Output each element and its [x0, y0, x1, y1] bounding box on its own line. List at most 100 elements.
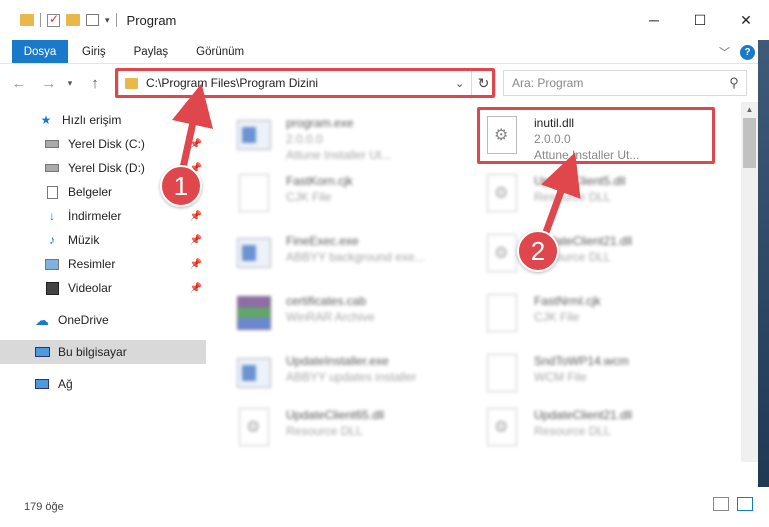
sidebar-item-label: Bu bilgisayar: [58, 345, 127, 359]
file-item-selected[interactable]: inutil.dll 2.0.0.0 Attune Installer Ut...: [482, 110, 722, 166]
file-version: 2.0.0.0: [534, 132, 571, 146]
tab-share[interactable]: Paylaş: [120, 40, 183, 63]
forward-button[interactable]: →: [38, 75, 60, 92]
tab-file[interactable]: Dosya: [12, 40, 68, 63]
navigation-bar: ← → ▾ ↑ C:\Program Files\Program Dizini …: [0, 64, 769, 102]
file-name: FineExec.exe: [286, 234, 359, 248]
download-icon: ↓: [49, 209, 55, 223]
sidebar-item-label: Müzik: [68, 233, 100, 247]
archive-file-icon: [234, 292, 274, 336]
sidebar-item-pictures[interactable]: Resimler 📌: [0, 252, 206, 276]
dll-file-icon: [482, 114, 522, 158]
pin-icon[interactable]: 📌: [190, 139, 202, 150]
pin-icon[interactable]: 📌: [190, 259, 202, 270]
sidebar-item-label: Resimler: [68, 257, 116, 271]
sidebar-item-downloads[interactable]: ↓ İndirmeler 📌: [0, 204, 206, 228]
scroll-up-icon[interactable]: ▲: [741, 102, 758, 118]
file-item[interactable]: UpdateClient65.dll Resource DLL: [234, 402, 474, 458]
help-icon[interactable]: ?: [740, 44, 755, 60]
file-list: program.exe 2.0.0.0 Attune Installer Ut...…: [206, 102, 741, 462]
document-icon: [44, 185, 60, 199]
sidebar-item-quick-access[interactable]: ★ Hızlı erişim: [0, 108, 206, 132]
vertical-scrollbar[interactable]: ▲: [741, 102, 758, 462]
file-version: 2.0.0.0: [286, 132, 323, 146]
search-input[interactable]: Ara: Program: [512, 76, 722, 90]
minimize-button[interactable]: ─: [631, 0, 677, 40]
sidebar-item-label: Hızlı erişim: [62, 113, 122, 127]
title-bar: ▾ Program ─ ☐ ✕: [0, 0, 769, 40]
sidebar-item-music[interactable]: ♪ Müzik 📌: [0, 228, 206, 252]
file-name: inutil.dll: [534, 116, 575, 130]
dll-file-icon: [482, 232, 522, 276]
exe-file-icon: [234, 352, 274, 396]
file-item[interactable]: FineExec.exe ABBYY background exe...: [234, 228, 474, 284]
dll-file-icon: [234, 406, 274, 450]
file-item[interactable]: FastKorn.cjk CJK File: [234, 168, 474, 224]
computer-icon: [34, 345, 50, 359]
sidebar-item-this-pc[interactable]: Bu bilgisayar: [0, 340, 206, 364]
folder-icon[interactable]: [20, 14, 34, 26]
sidebar-item-onedrive[interactable]: ☁ OneDrive: [0, 308, 206, 332]
picture-icon: [44, 257, 60, 271]
file-item[interactable]: UpdateClient5.dll Resource DLL: [482, 168, 722, 224]
search-box[interactable]: Ara: Program ⚲: [503, 70, 747, 96]
document-file-icon: [234, 172, 274, 216]
address-path[interactable]: C:\Program Files\Program Dizini: [146, 76, 455, 90]
file-type: CJK File: [534, 310, 580, 324]
up-button[interactable]: ↑: [84, 75, 106, 92]
expand-ribbon-icon[interactable]: ﹀: [719, 44, 730, 60]
file-type: WCM File: [534, 370, 587, 384]
address-bar[interactable]: C:\Program Files\Program Dizini ⌄ ↻: [118, 70, 496, 96]
callout-badge-1: 1: [160, 165, 202, 207]
sidebar-item-label: Yerel Disk (C:): [68, 137, 145, 151]
customize-toolbar-icon[interactable]: [86, 14, 99, 26]
file-item[interactable]: SndToWP14.wcm WCM File: [482, 348, 722, 404]
ribbon-tabs: Dosya Giriş Paylaş Görünüm ﹀ ?: [0, 40, 769, 64]
tab-home[interactable]: Giriş: [68, 40, 120, 63]
search-icon[interactable]: ⚲: [722, 75, 746, 91]
file-type: Resource DLL: [534, 190, 611, 204]
sidebar-item-local-disk-c[interactable]: Yerel Disk (C:) 📌: [0, 132, 206, 156]
sidebar-item-network[interactable]: Ağ: [0, 372, 206, 396]
drive-icon: [44, 137, 60, 151]
file-item[interactable]: UpdateInstaller.exe ABBYY updates install…: [234, 348, 474, 404]
scroll-thumb[interactable]: [743, 118, 756, 168]
toolbar-divider: [40, 13, 41, 27]
sidebar-item-label: Belgeler: [68, 185, 113, 199]
file-item[interactable]: FastNrml.cjk CJK File: [482, 288, 722, 344]
item-count: 179 öğe: [24, 501, 64, 513]
pin-icon[interactable]: 📌: [190, 235, 202, 246]
file-type: Resource DLL: [534, 424, 611, 438]
navigation-pane: ★ Hızlı erişim Yerel Disk (C:) 📌 Yerel D…: [0, 102, 206, 462]
callout-badge-2: 2: [517, 230, 559, 272]
dll-file-icon: [482, 406, 522, 450]
properties-check-icon[interactable]: [47, 12, 60, 27]
new-folder-icon[interactable]: [66, 14, 80, 26]
music-icon: ♪: [49, 233, 55, 247]
file-name: UpdateInstaller.exe: [286, 354, 389, 368]
recent-locations-icon[interactable]: ▾: [64, 78, 76, 89]
refresh-icon[interactable]: ↻: [471, 71, 495, 95]
document-file-icon: [482, 292, 522, 336]
maximize-button[interactable]: ☐: [677, 0, 723, 40]
file-type: WinRAR Archive: [286, 310, 375, 324]
star-icon: ★: [40, 113, 52, 127]
close-button[interactable]: ✕: [723, 0, 769, 40]
tab-view[interactable]: Görünüm: [182, 40, 258, 63]
file-type: Resource DLL: [286, 424, 363, 438]
address-dropdown-icon[interactable]: ⌄: [455, 77, 471, 90]
back-button[interactable]: ←: [8, 75, 30, 92]
file-item[interactable]: UpdateClient21.dll Resource DLL: [482, 402, 722, 458]
sidebar-item-videos[interactable]: Videolar 📌: [0, 276, 206, 300]
file-description: Attune Installer Ut...: [286, 148, 392, 162]
pin-icon[interactable]: 📌: [190, 283, 202, 294]
file-item[interactable]: certificates.cab WinRAR Archive: [234, 288, 474, 344]
file-item[interactable]: program.exe 2.0.0.0 Attune Installer Ut...: [234, 110, 474, 166]
details-view-icon[interactable]: [713, 497, 729, 511]
file-name: certificates.cab: [286, 294, 367, 308]
large-icons-view-icon[interactable]: [737, 497, 753, 511]
window-title: Program: [126, 12, 177, 28]
exe-file-icon: [234, 232, 274, 276]
toolbar-dropdown-icon[interactable]: ▾: [105, 15, 110, 26]
pin-icon[interactable]: 📌: [190, 211, 202, 222]
